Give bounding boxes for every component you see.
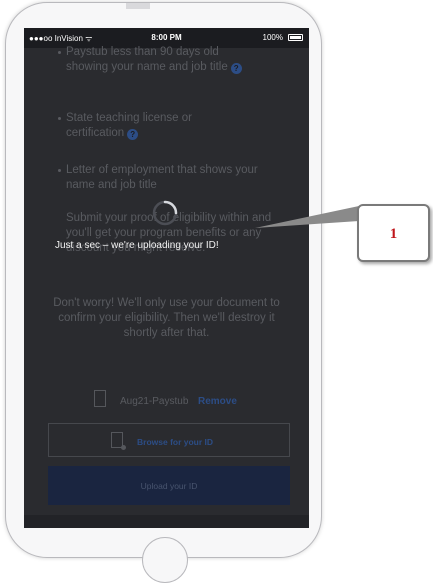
- help-icon[interactable]: ?: [127, 129, 139, 140]
- bullet-text: Letter of employment that shows your nam…: [66, 164, 258, 191]
- privacy-paragraph: Don't worry! We'll only use your documen…: [53, 297, 280, 339]
- callout-number: 1: [389, 226, 398, 242]
- remove-link[interactable]: Remove: [198, 394, 237, 409]
- browse-button[interactable]: Browse for your ID: [48, 423, 290, 457]
- callout-pointer: [255, 206, 359, 228]
- file-name: Aug21-Paystub: [120, 396, 189, 407]
- list-item: Paystub less than 90 days old showing yo…: [58, 45, 246, 75]
- upload-button-label: Upload your ID: [140, 481, 198, 491]
- battery-percent: 100%: [262, 33, 283, 42]
- list-item: Letter of employment that shows your nam…: [58, 163, 261, 193]
- loading-spinner-icon: [152, 200, 178, 226]
- document-add-icon: [111, 432, 126, 450]
- home-button[interactable]: [142, 537, 188, 583]
- browse-button-label: Browse for your ID: [137, 437, 214, 447]
- document-icon: [94, 390, 106, 407]
- phone-screen: ●●●oo InVision ᯤ 8:00 PM 100% Paystub le…: [24, 28, 309, 528]
- upload-button[interactable]: Upload your ID: [48, 466, 290, 505]
- callout-box: 1: [357, 204, 430, 262]
- bullet-text: Paystub less than 90 days old showing yo…: [66, 46, 228, 73]
- bottom-bar: [24, 515, 309, 528]
- phone-frame: ●●●oo InVision ᯤ 8:00 PM 100% Paystub le…: [5, 2, 322, 583]
- uploading-message: Just a sec – we're uploading your ID!: [55, 240, 219, 251]
- list-item: State teaching license or certification?: [58, 111, 236, 141]
- phone-speaker-notch: [126, 3, 150, 9]
- help-icon[interactable]: ?: [230, 63, 242, 74]
- battery-icon: [288, 34, 303, 41]
- dimmed-content: Paystub less than 90 days old showing yo…: [24, 45, 309, 528]
